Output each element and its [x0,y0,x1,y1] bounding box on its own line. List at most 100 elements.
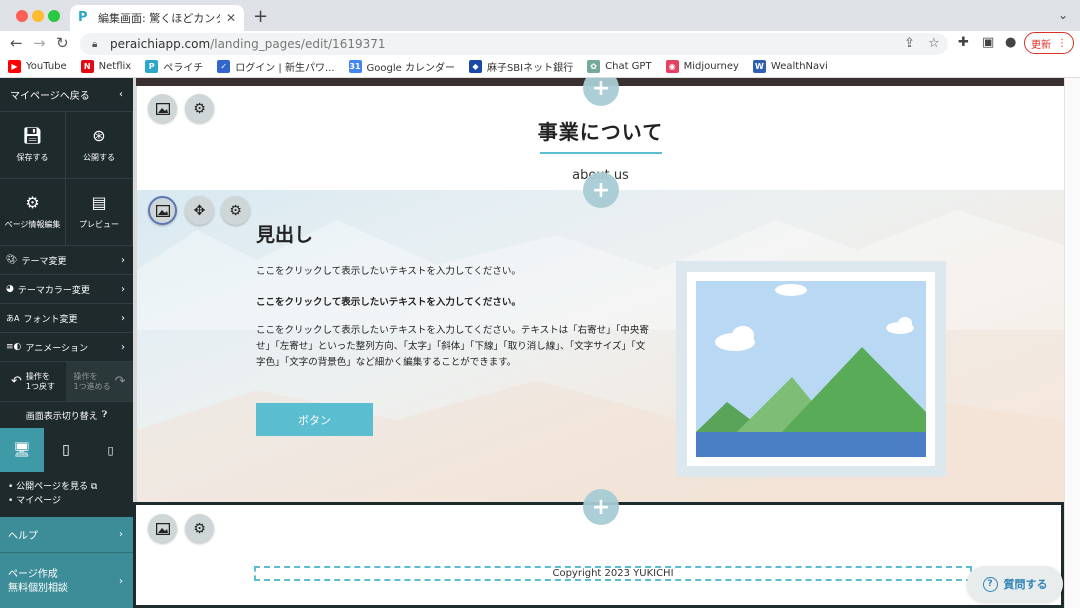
consultation-button[interactable]: ページ作成 無料個別相談 › [0,553,133,608]
profile-avatar-icon[interactable]: ● [1005,35,1016,50]
close-window-button[interactable] [16,10,28,22]
link-label: マイページ [16,496,61,506]
paragraph-2[interactable]: ここをクリックして表示したいテキストを入力してください。 [256,294,521,308]
bookmark-item[interactable]: W WealthNavi [752,60,828,73]
redo-button[interactable]: 操作を 1つ進める ↷ [66,362,133,401]
canvas-scrollbar[interactable] [1064,78,1080,608]
menu-theme-color-change[interactable]: ◕ テーマカラー変更 › [0,275,133,304]
bookmark-item[interactable]: ✿ Chat GPT [587,60,652,73]
bookmark-label: ログイン | 新生パワ... [235,63,335,74]
bookmark-label: WealthNavi [770,61,828,72]
bookmark-label: ペライチ [163,63,204,74]
sidebar-links: • 公開ページを見る ⧉ • マイページ [0,472,133,517]
address-bar[interactable]: 🔒︎ peraichiapp.com/landing_pages/edit/16… [80,33,948,55]
forward-icon[interactable]: → [33,35,46,51]
link-label: 公開ページを見る [16,482,88,492]
preview-button[interactable]: ▤ プレビュー [66,179,133,246]
help-circle-icon[interactable]: ❓︎ [102,410,107,420]
login-icon: ✓ [217,60,231,73]
back-to-mypage-link[interactable]: マイページへ戻る ‹ [0,78,133,112]
extensions-icon[interactable]: ✚ [958,35,969,50]
section3-image-button[interactable] [148,514,177,543]
publish-icon: ⊛ [92,125,106,145]
bookmark-star-icon[interactable]: ☆ [928,36,940,51]
bookmark-item[interactable]: ✓ ログイン | 新生パワ... [217,59,335,74]
section1-image-button[interactable] [148,94,177,123]
bookmark-item[interactable]: P ペライチ [145,59,203,74]
new-tab-icon[interactable]: + [253,6,268,27]
menu-font-change[interactable]: あA フォント変更 › [0,304,133,333]
section2-settings-button[interactable]: ⚙ [221,196,250,225]
image-placeholder[interactable] [676,261,946,477]
maximize-window-button[interactable] [48,10,60,22]
peraichi-icon: P [145,60,159,73]
chevron-right-icon: › [121,312,125,324]
bookmark-label: Netflix [98,61,132,72]
desktop-view-button[interactable]: 🖥︎ [0,428,44,472]
mypage-link[interactable]: • マイページ [8,494,125,508]
image-icon [155,204,170,217]
editor-canvas: 事業について about us 見出し ここをクリックして表示したいテキストを入… [133,78,1080,608]
menu-animation[interactable]: ≡◐ アニメーション › [0,333,133,362]
mobile-view-button[interactable]: ▯ [88,428,133,472]
section1-settings-button[interactable]: ⚙ [185,94,214,123]
help-button[interactable]: ヘルプ › [0,517,133,553]
undo-button[interactable]: ↶ 操作を 1つ戻す [0,362,66,401]
ask-question-button[interactable]: ? 質問する [967,566,1063,602]
bookmark-item[interactable]: ◉ Midjourney [665,60,739,73]
content-button[interactable]: ボタン [256,403,373,436]
redo-icon: ↷ [114,373,126,389]
help-label: ヘルプ [8,531,38,542]
bookmark-item[interactable]: N Netflix [80,60,132,73]
add-section-button[interactable]: + [583,489,619,525]
redo-label-2: 1つ進める [73,381,111,391]
back-to-mypage-label: マイページへ戻る [10,91,90,102]
bookmark-item[interactable]: ◆ 麻子SBIネット銀行 [468,59,573,74]
minimize-window-button[interactable] [32,10,44,22]
menu-label: テーマ変更 [21,256,67,267]
reload-icon[interactable]: ↻ [56,35,69,51]
tablet-view-button[interactable]: ▯ [44,428,88,472]
copyright-text[interactable]: Copyright 2023 YUKICHI [254,566,972,581]
paragraph-1[interactable]: ここをクリックして表示したいテキストを入力してください。 [256,263,521,277]
bookmark-item[interactable]: ▶ YouTube [8,60,67,73]
browser-toolbar: ← → ↻ 🔒︎ peraichiapp.com/landing_pages/e… [0,31,1080,56]
content-section[interactable]: 見出し ここをクリックして表示したいテキストを入力してください。 ここをクリック… [137,190,1064,502]
external-link-icon: ⧉ [90,482,98,492]
browser-tab[interactable]: P 編集画面: 驚くほどカンタン！無料 ✕ [70,5,244,31]
landscape-image [696,281,926,457]
save-button[interactable]: 💾︎ 保存する [0,112,66,179]
back-icon[interactable]: ← [10,35,23,51]
side-panel-icon[interactable]: ▣ [982,35,994,50]
publish-button[interactable]: ⊛ 公開する [66,112,133,179]
save-label: 保存する [16,152,49,162]
update-button[interactable]: 更新 ⋮ [1024,32,1074,54]
browser-titlebar: P 編集画面: 驚くほどカンタン！無料 ✕ + ⌄ [0,0,1080,31]
menu-theme-change[interactable]: 🎨︎ テーマ変更 › [0,246,133,275]
create-label-2: 無料個別相談 [8,582,68,594]
bookmark-item[interactable]: 31 Google カレンダー [348,59,455,74]
menu-label: フォント変更 [23,314,78,325]
chevron-right-icon: › [121,341,125,353]
midjourney-icon: ◉ [665,60,679,73]
display-switch-label: 画面表示切り替え [25,411,98,422]
share-icon[interactable]: ⇪ [904,36,915,51]
menu-label: アニメーション [25,343,89,354]
section2-move-button[interactable]: ✥ [185,196,214,225]
content-heading[interactable]: 見出し [256,220,313,247]
tab-search-chevron-icon[interactable]: ⌄ [1058,8,1068,22]
add-section-button[interactable]: + [583,172,619,208]
paragraph-3[interactable]: ここをクリックして表示したいテキストを入力してください。テキストは「右寄せ」「中… [256,323,652,371]
view-public-page-link[interactable]: • 公開ページを見る ⧉ [8,480,125,494]
section-title[interactable]: 事業について [137,116,1064,145]
update-label: 更新 [1031,39,1051,51]
page-info-button[interactable]: ⚙ ページ情報編集 [0,179,66,246]
section2-image-button[interactable] [148,196,177,225]
section3-settings-button[interactable]: ⚙ [185,514,214,543]
undo-label-2: 1つ戻す [25,381,55,391]
close-tab-icon[interactable]: ✕ [226,11,236,25]
menu-label: テーマカラー変更 [17,285,90,296]
bookmarks-bar: ▶ YouTube N Netflix P ペライチ ✓ ログイン | 新生パワ... 31 Go… [0,56,1080,78]
tablet-icon: ▯ [62,442,70,458]
chevron-right-icon: › [119,529,123,540]
